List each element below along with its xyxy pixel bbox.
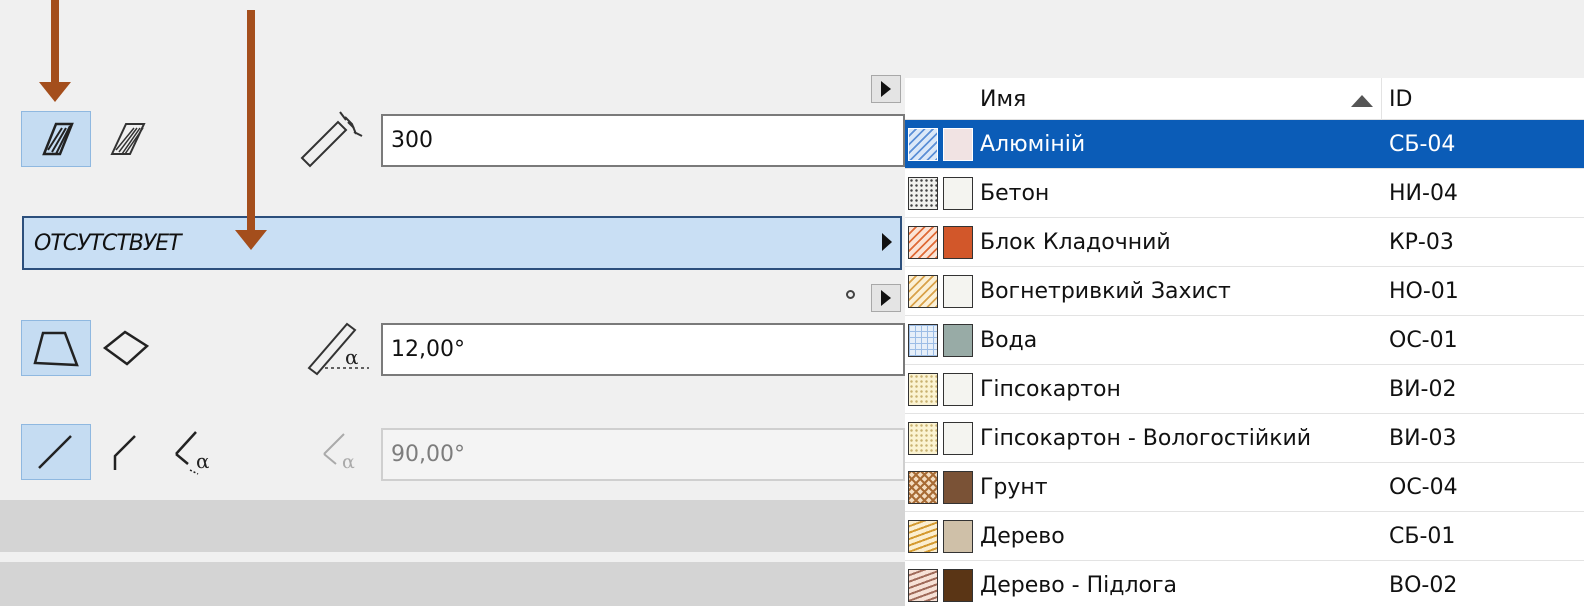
slope-angle-input[interactable]: 12,00° xyxy=(381,323,905,376)
expand-arrow-button-2[interactable] xyxy=(871,284,901,312)
slope-angle-icon: α xyxy=(305,318,375,378)
settings-panel: 300 ОТСУТСТВУЕТ α 12,00° α α 90,00° xyxy=(0,0,905,606)
layered-slab-icon[interactable] xyxy=(91,111,161,167)
material-pattern-swatch xyxy=(908,471,938,504)
material-color-swatch xyxy=(943,226,973,259)
material-name: Гіпсокартон - Вологостійкий xyxy=(980,426,1312,451)
sort-ascending-icon xyxy=(1351,95,1373,107)
material-name: Грунт xyxy=(980,475,1048,500)
material-pattern-swatch xyxy=(908,128,938,161)
fill-dropdown[interactable]: ОТСУТСТВУЕТ xyxy=(22,216,902,270)
thickness-icon xyxy=(298,106,368,172)
table-row[interactable]: Гіпсокартон ВИ-02 xyxy=(905,365,1584,414)
table-row[interactable]: Вода ОС-01 xyxy=(905,316,1584,365)
material-pattern-swatch xyxy=(908,520,938,553)
material-pattern-swatch xyxy=(908,275,938,308)
material-id: ВИ-03 xyxy=(1389,426,1457,451)
table-row[interactable]: Гіпсокартон - Вологостійкий ВИ-03 xyxy=(905,414,1584,463)
material-name: Вода xyxy=(980,328,1038,353)
material-pattern-swatch xyxy=(908,177,938,210)
hatched-slab-icon[interactable] xyxy=(21,111,91,167)
footer-bar xyxy=(0,500,905,552)
column-header-id[interactable]: ID xyxy=(1389,78,1412,120)
table-row[interactable]: Вогнетривкий Захист НО-01 xyxy=(905,267,1584,316)
material-color-swatch xyxy=(943,471,973,504)
table-row[interactable]: Бетон НИ-04 xyxy=(905,169,1584,218)
edge-angle-icon: α xyxy=(318,428,374,482)
material-id: ОС-01 xyxy=(1389,328,1458,353)
material-id: НИ-04 xyxy=(1389,181,1458,206)
material-pattern-swatch xyxy=(908,373,938,406)
material-color-swatch xyxy=(943,569,973,602)
material-name: Вогнетривкий Захист xyxy=(980,279,1231,304)
material-id: НО-01 xyxy=(1389,279,1459,304)
material-name: Гіпсокартон xyxy=(980,377,1121,402)
material-color-swatch xyxy=(943,422,973,455)
rotated-trapezoid-icon[interactable] xyxy=(91,320,161,376)
material-name: Алюміній xyxy=(980,132,1086,157)
column-divider[interactable] xyxy=(1381,78,1382,120)
table-header: Имя ID xyxy=(905,78,1584,120)
svg-text:α: α xyxy=(342,451,355,473)
material-color-swatch xyxy=(943,373,973,406)
arrow-right-icon xyxy=(881,81,891,97)
table-row[interactable]: Алюміній СБ-04 xyxy=(905,120,1584,169)
material-id: ВО-02 xyxy=(1389,573,1458,598)
table-row[interactable]: Блок Кладочний КР-03 xyxy=(905,218,1584,267)
trapezoid-icon[interactable] xyxy=(21,320,91,376)
fill-dropdown-label: ОТСУТСТВУЕТ xyxy=(34,230,182,256)
status-dot-icon xyxy=(846,290,855,299)
material-pattern-swatch xyxy=(908,324,938,357)
material-id: СБ-04 xyxy=(1389,132,1456,157)
edge-angle-input: 90,00° xyxy=(381,428,905,481)
thickness-input[interactable]: 300 xyxy=(381,114,905,167)
material-id: ВИ-02 xyxy=(1389,377,1457,402)
material-color-swatch xyxy=(943,177,973,210)
table-row[interactable]: Дерево - Підлога ВО-02 xyxy=(905,561,1584,606)
material-id: СБ-01 xyxy=(1389,524,1456,549)
material-color-swatch xyxy=(943,520,973,553)
custom-angle-edge-icon[interactable]: α xyxy=(168,424,228,480)
vertical-edge-icon[interactable] xyxy=(21,424,91,480)
material-id: ОС-04 xyxy=(1389,475,1458,500)
column-header-name[interactable]: Имя xyxy=(980,78,1026,120)
material-table: Имя ID Алюміній СБ-04 Бетон НИ-04 Блок Кладо… xyxy=(905,78,1584,606)
svg-text:α: α xyxy=(345,345,359,369)
material-name: Блок Кладочний xyxy=(980,230,1171,255)
material-pattern-swatch xyxy=(908,226,938,259)
table-row[interactable]: Грунт ОС-04 xyxy=(905,463,1584,512)
material-name: Дерево xyxy=(980,524,1065,549)
material-name: Бетон xyxy=(980,181,1050,206)
material-color-swatch xyxy=(943,275,973,308)
svg-text:α: α xyxy=(196,449,210,473)
material-name: Дерево - Підлога xyxy=(980,573,1178,598)
angled-edge-icon[interactable] xyxy=(91,424,161,480)
material-id: КР-03 xyxy=(1389,230,1454,255)
expand-arrow-button[interactable] xyxy=(871,75,901,103)
material-pattern-swatch xyxy=(908,422,938,455)
arrow-right-icon xyxy=(881,290,891,306)
footer-bar-2 xyxy=(0,562,905,606)
material-color-swatch xyxy=(943,324,973,357)
material-color-swatch xyxy=(943,128,973,161)
chevron-right-icon xyxy=(882,233,892,251)
material-pattern-swatch xyxy=(908,569,938,602)
table-row[interactable]: Дерево СБ-01 xyxy=(905,512,1584,561)
